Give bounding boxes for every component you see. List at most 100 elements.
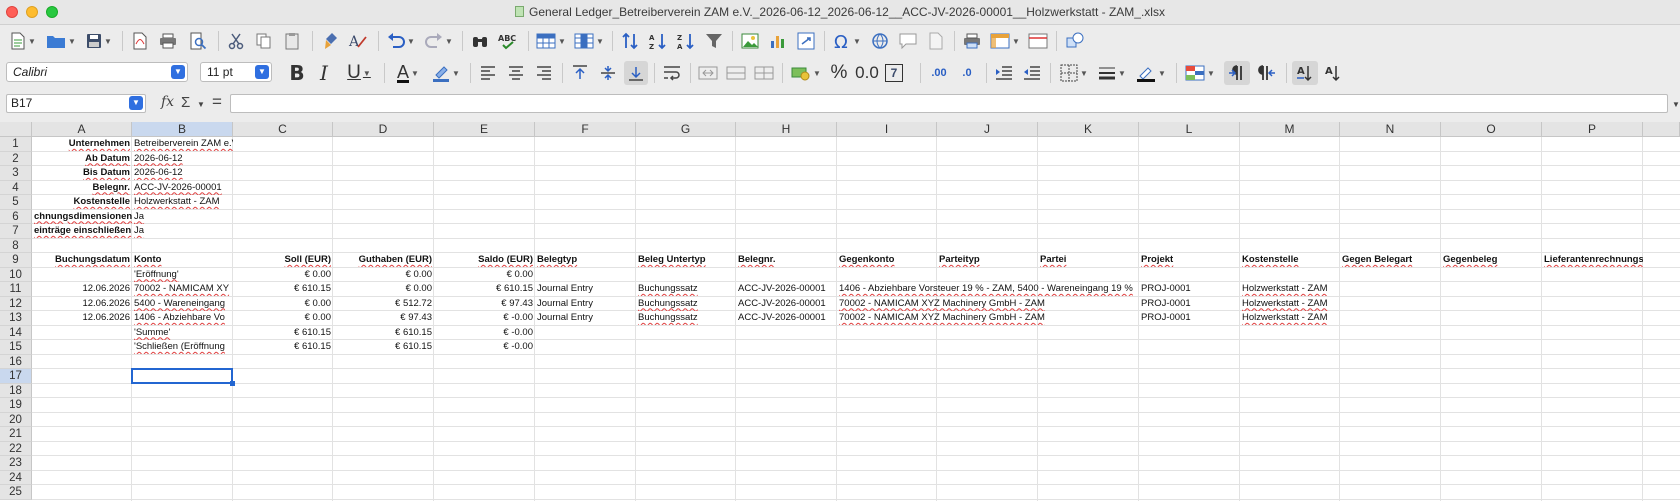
freeze-rows-columns-button[interactable]: ▼ — [988, 29, 1022, 53]
row-header-17[interactable]: 17 — [0, 369, 32, 384]
align-left-button[interactable] — [476, 61, 500, 85]
merge-cells-button[interactable] — [724, 61, 748, 85]
right-to-left-button[interactable] — [1254, 61, 1280, 85]
align-right-button[interactable] — [532, 61, 556, 85]
font-color-button[interactable]: A ▼ — [390, 61, 426, 85]
column-header-o[interactable]: O — [1441, 122, 1542, 137]
row-header-9[interactable]: 9 — [0, 253, 32, 268]
column-header-h[interactable]: H — [736, 122, 837, 137]
row-header-23[interactable]: 23 — [0, 456, 32, 471]
print-range-button[interactable] — [960, 29, 984, 53]
column-header-l[interactable]: L — [1139, 122, 1240, 137]
paste-button[interactable] — [280, 29, 304, 53]
new-document-button[interactable]: ▼ — [6, 29, 40, 53]
redo-button[interactable]: ▼ — [422, 29, 456, 53]
column-header-j[interactable]: J — [937, 122, 1038, 137]
wrap-text-button[interactable] — [660, 61, 684, 85]
clone-formatting-button[interactable] — [318, 29, 342, 53]
save-button[interactable]: ▼ — [82, 29, 116, 53]
row-header-1[interactable]: 1 — [0, 137, 32, 152]
export-pdf-button[interactable] — [128, 29, 152, 53]
decrease-indent-button[interactable] — [1020, 61, 1044, 85]
align-top-button[interactable] — [568, 61, 592, 85]
pivot-table-button[interactable] — [794, 29, 818, 53]
show-draw-functions-button[interactable] — [1062, 29, 1088, 53]
align-center-button[interactable] — [504, 61, 528, 85]
border-style-button[interactable]: ▼ — [1094, 61, 1130, 85]
open-button[interactable]: ▼ — [44, 29, 78, 53]
clear-formatting-button[interactable]: A — [346, 29, 370, 53]
row-header-3[interactable]: 3 — [0, 166, 32, 181]
column-header-i[interactable]: I — [837, 122, 937, 137]
percent-format-button[interactable]: % — [828, 61, 850, 85]
row-header-6[interactable]: 6 — [0, 209, 32, 224]
row-header-2[interactable]: 2 — [0, 151, 32, 166]
equals-formula-icon[interactable]: = — [212, 92, 222, 112]
headers-footers-button[interactable] — [924, 29, 948, 53]
font-name-box[interactable]: Calibri ▼ — [6, 62, 188, 82]
align-bottom-button[interactable] — [624, 61, 648, 85]
row-header-14[interactable]: 14 — [0, 325, 32, 340]
spelling-button[interactable]: ABC — [496, 29, 522, 53]
sort-button[interactable] — [618, 29, 642, 53]
row-header-18[interactable]: 18 — [0, 383, 32, 398]
print-preview-button[interactable] — [186, 29, 210, 53]
highlight-color-button[interactable]: ▼ — [428, 61, 464, 85]
underline-button[interactable]: U ▼ — [340, 61, 378, 85]
column-header-p[interactable]: P — [1542, 122, 1643, 137]
conditional-format-button[interactable]: ▼ — [1182, 61, 1218, 85]
row-header-21[interactable]: 21 — [0, 427, 32, 442]
currency-format-button[interactable]: ▼ — [788, 61, 824, 85]
selected-cell-cursor[interactable] — [131, 368, 233, 384]
name-box[interactable]: B17 ▼ — [6, 94, 146, 113]
unmerge-cells-button[interactable] — [752, 61, 776, 85]
date-format-button[interactable]: 7 — [882, 61, 906, 85]
fill-handle[interactable] — [230, 380, 235, 386]
row-header-7[interactable]: 7 — [0, 224, 32, 239]
row-header-22[interactable]: 22 — [0, 441, 32, 456]
column-header-k[interactable]: K — [1038, 122, 1139, 137]
add-decimal-place-button[interactable]: .00 — [926, 61, 952, 85]
row-button[interactable]: ▼ — [534, 29, 568, 53]
autofilter-button[interactable] — [702, 29, 726, 53]
row-header-13[interactable]: 13 — [0, 311, 32, 326]
column-header-f[interactable]: F — [535, 122, 636, 137]
number-format-button[interactable]: 0.0 — [854, 61, 880, 85]
print-button[interactable] — [156, 29, 180, 53]
bold-button[interactable]: B — [284, 61, 310, 85]
insert-image-button[interactable] — [738, 29, 762, 53]
increase-indent-button[interactable] — [992, 61, 1016, 85]
font-size-box[interactable]: 11 pt ▼ — [200, 62, 272, 82]
chevron-down-icon[interactable]: ▼ — [255, 65, 269, 79]
chevron-down-icon[interactable]: ▼ — [129, 96, 143, 110]
spreadsheet-grid[interactable]: A B C D E F G H I J K L M N O P 1 2 3 4 5 6 7 8 9 10 11 12 13 14 15 16 1… — [0, 122, 1680, 501]
row-header-12[interactable]: 12 — [0, 296, 32, 311]
row-header-10[interactable]: 10 — [0, 267, 32, 282]
row-header-16[interactable]: 16 — [0, 354, 32, 369]
row-header-4[interactable]: 4 — [0, 180, 32, 195]
row-header-5[interactable]: 5 — [0, 195, 32, 210]
comment-button[interactable] — [896, 29, 920, 53]
row-header-25[interactable]: 25 — [0, 485, 32, 500]
formula-input[interactable] — [230, 94, 1668, 113]
left-to-right-button[interactable] — [1224, 61, 1250, 85]
sort-descending-button[interactable]: ZA — [674, 29, 698, 53]
column-header-a[interactable]: A — [32, 122, 132, 137]
text-top-to-bottom-button[interactable]: A — [1320, 61, 1346, 85]
insert-chart-button[interactable] — [766, 29, 790, 53]
column-header-n[interactable]: N — [1340, 122, 1441, 137]
hyperlink-button[interactable] — [868, 29, 892, 53]
select-all-corner[interactable] — [0, 122, 32, 137]
delete-decimal-place-button[interactable]: .0 — [954, 61, 980, 85]
sum-icon[interactable]: Σ — [181, 94, 190, 111]
column-button[interactable]: ▼ — [572, 29, 606, 53]
column-header-g[interactable]: G — [636, 122, 736, 137]
undo-button[interactable]: ▼ — [384, 29, 418, 53]
column-header-d[interactable]: D — [333, 122, 434, 137]
find-replace-button[interactable] — [468, 29, 492, 53]
column-header-c[interactable]: C — [233, 122, 333, 137]
row-header-15[interactable]: 15 — [0, 340, 32, 355]
row-header-11[interactable]: 11 — [0, 282, 32, 297]
row-header-8[interactable]: 8 — [0, 238, 32, 253]
text-left-to-right-button[interactable]: A — [1292, 61, 1318, 85]
